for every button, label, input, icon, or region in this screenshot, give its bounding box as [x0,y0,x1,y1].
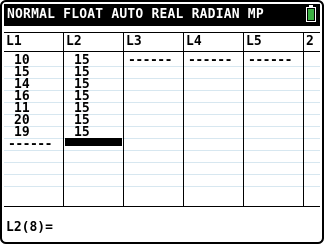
column-divider [123,33,124,206]
row-separator [4,78,320,79]
row-separator [4,186,320,187]
calculator-screen: NORMAL FLOAT AUTO REAL RADIAN MP L1 10 15 1… [0,0,324,244]
row-separator [4,114,320,115]
list-end-marker: ------ [68,137,112,152]
header-divider [4,51,320,52]
list-end-marker: ------ [188,53,232,68]
list-header-3[interactable]: L4 [184,33,244,51]
column-divider [303,33,304,206]
entry-line[interactable]: L2(8)= [6,220,53,236]
list-editor-table: L1 10 15 14 16 11 20 19 ------ L2 15 15 15 15 15 15 15 --… [4,32,320,207]
row-separator [4,174,320,175]
mode-status-text: NORMAL FLOAT AUTO REAL RADIAN MP [7,7,264,22]
row-separator [4,126,320,127]
list-end-marker: ------ [8,137,52,152]
row-separator [4,102,320,103]
column-divider [183,33,184,206]
battery-icon [306,5,316,22]
list-header-1[interactable]: L2 [64,33,124,51]
list-header-4[interactable]: L5 [244,33,304,51]
list-end-marker: ------ [248,53,292,68]
list-header-0[interactable]: L1 [4,33,64,51]
list-end-marker: ------ [128,53,172,68]
list-header-2[interactable]: L3 [124,33,184,51]
column-divider [243,33,244,206]
row-separator [4,90,320,91]
list-header-5[interactable]: 2 [304,33,320,51]
column-divider [63,33,64,206]
row-separator [4,162,320,163]
mode-status-bar: NORMAL FLOAT AUTO REAL RADIAN MP [4,4,320,26]
